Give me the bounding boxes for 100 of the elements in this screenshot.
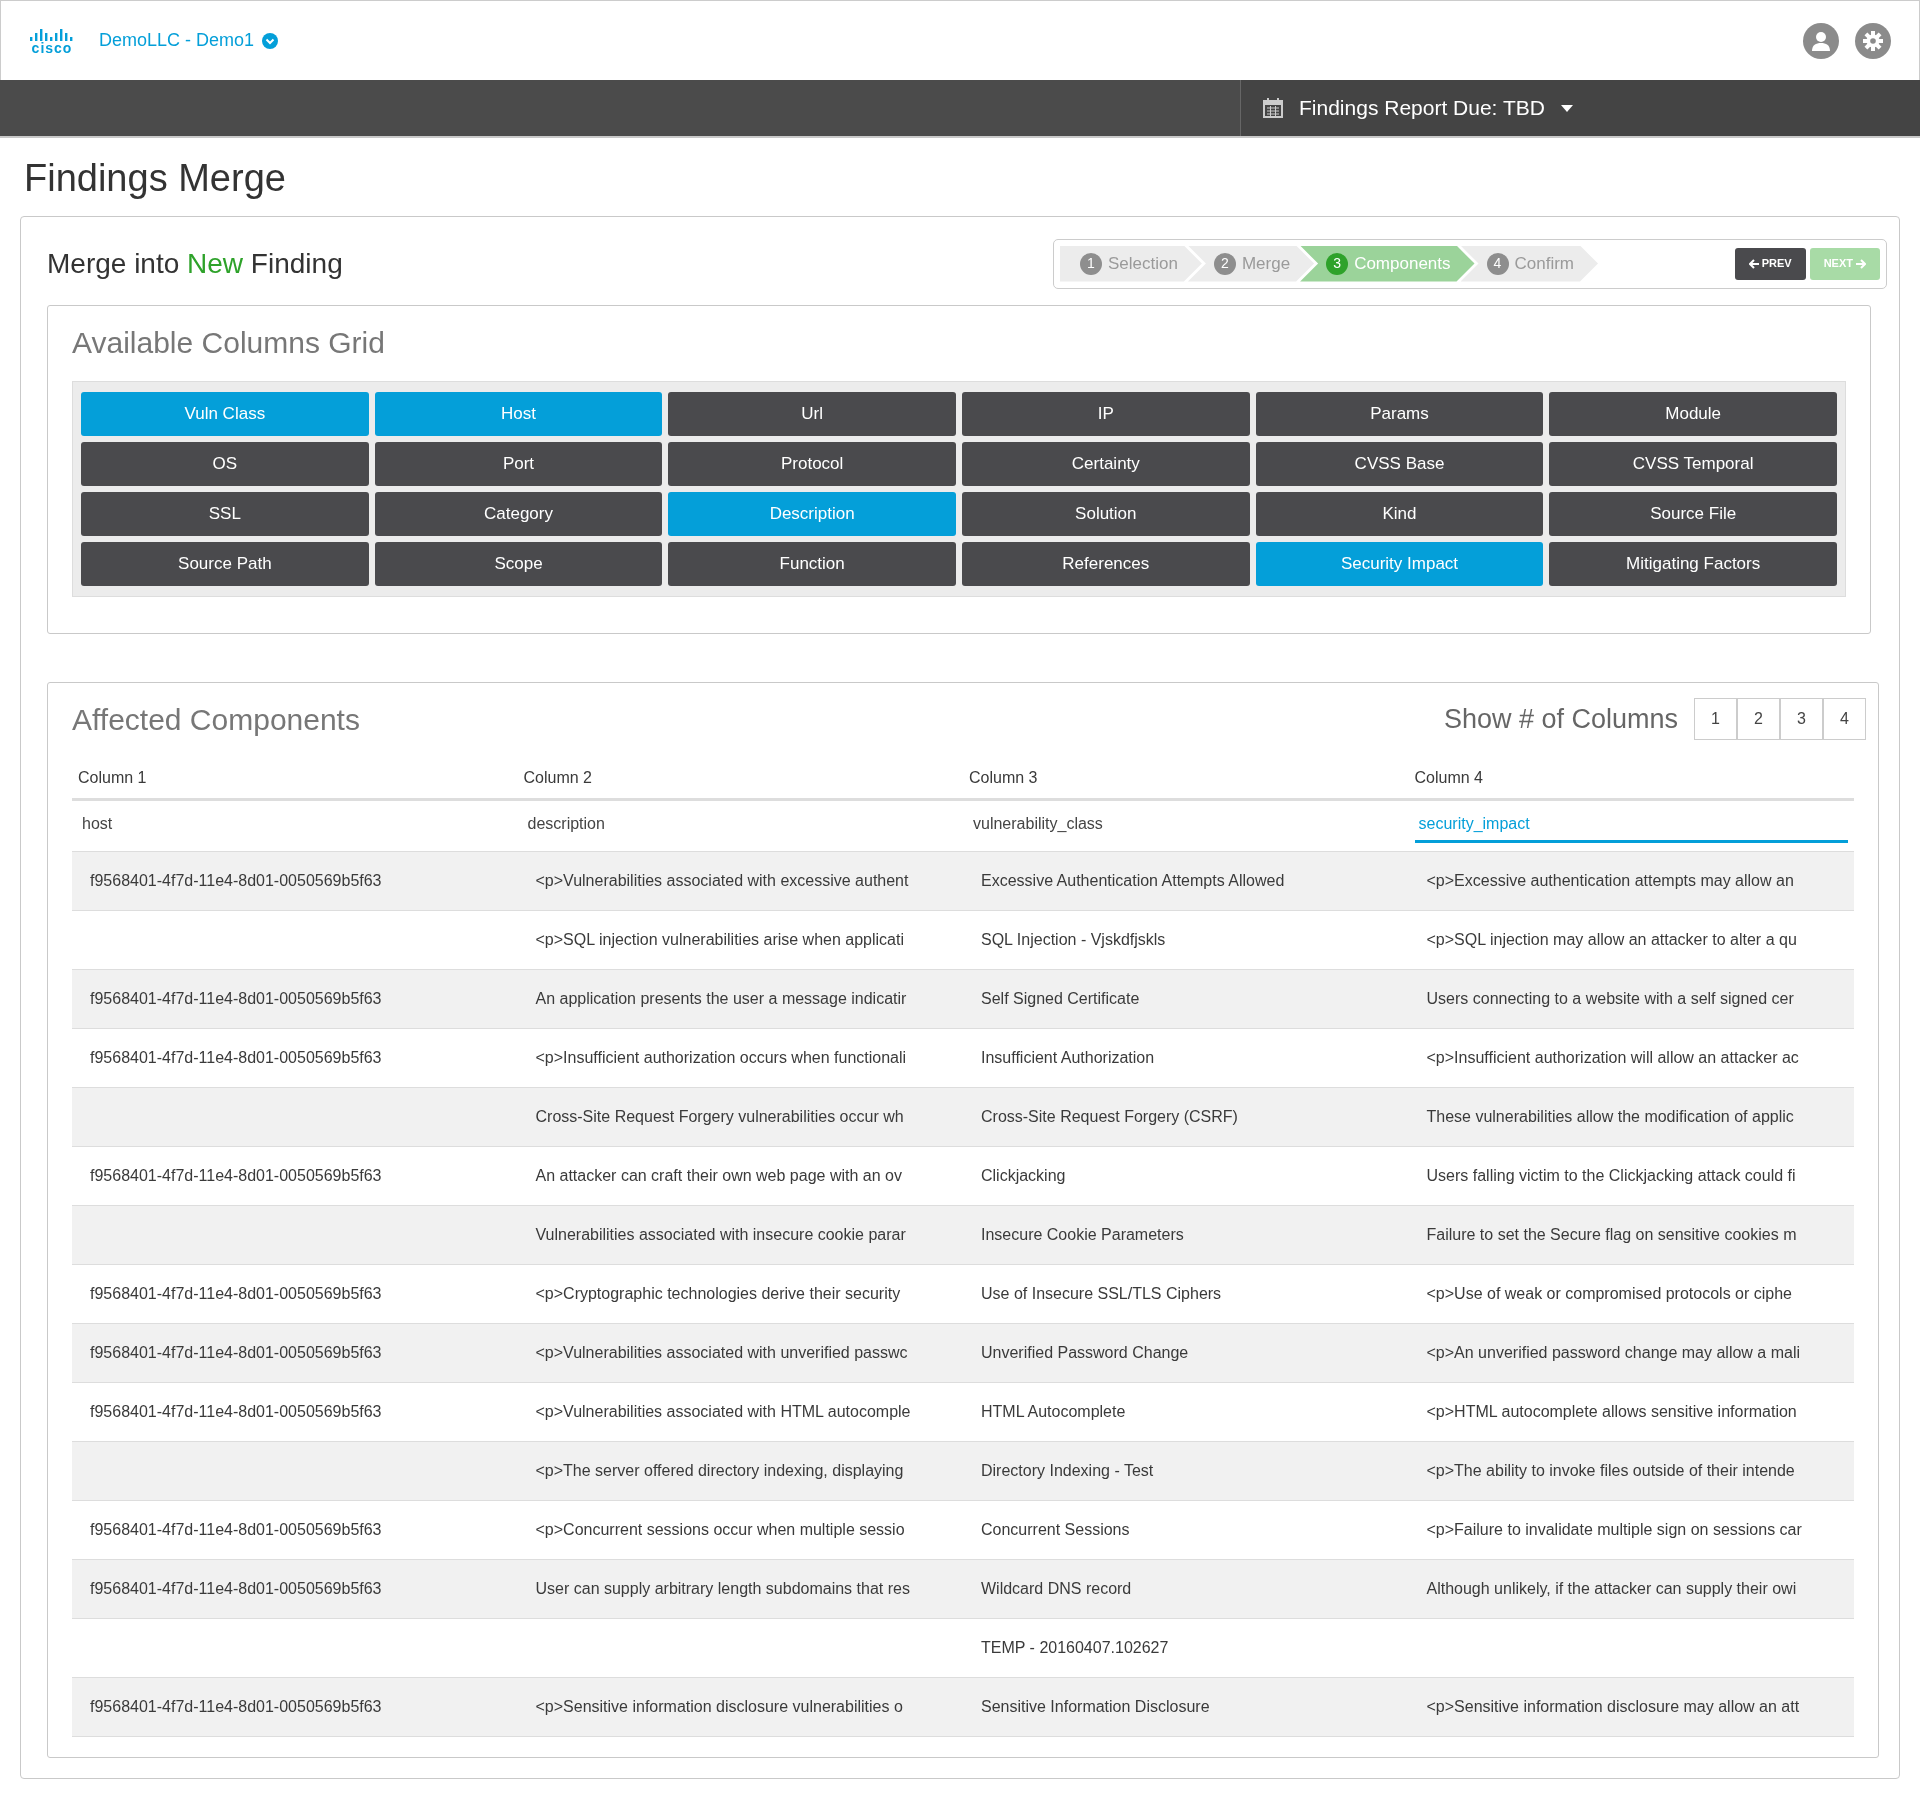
column-toggle[interactable]: IP: [962, 391, 1250, 436]
host-id: f9568401-4f7d-11e4-8d01-0050569b5f63: [90, 1402, 382, 1420]
table-cell: Wildcard DNS record: [981, 1579, 1132, 1597]
table-cell: Vulnerabilities associated with insecure cookie parar: [535, 1225, 906, 1243]
column-toggle[interactable]: Certainty: [962, 441, 1250, 486]
table-cell: <p>An unverified password change may allow a mali: [1426, 1343, 1801, 1361]
table-cell: <p>Excessive authentication attempts may allow an: [1426, 871, 1794, 889]
table-cell: <p>SQL injection vulnerabilities arise when applicati: [535, 930, 904, 948]
table-cell: <p>Insufficient authorization occurs when functionali: [535, 1048, 907, 1066]
column-toggle[interactable]: Mitigating Factors: [1549, 541, 1837, 586]
report-due-dropdown[interactable]: Findings Report Due: TBD: [1240, 80, 1920, 136]
logo-text: cisco: [31, 40, 73, 55]
caret-down-icon: [1560, 104, 1573, 112]
table-cell: HTML Autocomplete: [981, 1402, 1126, 1420]
host-id: f9568401-4f7d-11e4-8d01-0050569b5f63: [90, 1520, 382, 1538]
column-header: Column 4: [1408, 757, 1854, 800]
host-id: f9568401-4f7d-11e4-8d01-0050569b5f63: [90, 1048, 382, 1066]
table-cell: Failure to set the Secure flag on sensitive cookies m: [1426, 1225, 1797, 1243]
table-cell: An attacker can craft their own web page with an ov: [535, 1166, 902, 1184]
table-cell: Although unlikely, if the attacker can supply their owi: [1426, 1579, 1797, 1597]
host-id: f9568401-4f7d-11e4-8d01-0050569b5f63: [90, 989, 382, 1007]
host-id: f9568401-4f7d-11e4-8d01-0050569b5f63: [90, 871, 382, 889]
table-cell: Insufficient Authorization: [981, 1048, 1155, 1066]
table-cell: Excessive Authentication Attempts Allowed: [981, 871, 1285, 889]
host-id: f9568401-4f7d-11e4-8d01-0050569b5f63: [90, 1343, 382, 1361]
table-cell: <p>Cryptographic technologies derive their security: [535, 1284, 901, 1302]
prev-button[interactable]: PREV: [1734, 247, 1806, 280]
column-header: Column 2: [517, 757, 963, 800]
arrow-left-icon: [1748, 258, 1759, 269]
table-cell: <p>Sensitive information disclosure vulnerabilities o: [535, 1697, 903, 1715]
arrow-right-icon: [1856, 258, 1866, 269]
table-cell: <p>Vulnerabilities associated with excessive authent: [535, 871, 909, 889]
column-toggle[interactable]: Category: [374, 491, 663, 536]
host-id: f9568401-4f7d-11e4-8d01-0050569b5f63: [90, 1166, 382, 1184]
calendar-icon: [1263, 98, 1283, 118]
table-cell: Sensitive Information Disclosure: [981, 1697, 1210, 1715]
panel-title: Available Columns Grid: [72, 324, 386, 361]
column-toggle[interactable]: Url: [668, 391, 956, 436]
page-title: Findings Merge: [24, 156, 287, 201]
table-cell: SQL Injection - Vjskdfjskls: [981, 930, 1166, 948]
column-toggle[interactable]: Port: [374, 441, 663, 486]
chevron-down-icon: [262, 32, 279, 49]
table-cell: Cross-Site Request Forgery (CSRF): [981, 1107, 1238, 1125]
table-cell: <p>HTML autocomplete allows sensitive information: [1426, 1402, 1797, 1420]
host-id: f9568401-4f7d-11e4-8d01-0050569b5f63: [90, 1697, 382, 1715]
host-id: f9568401-4f7d-11e4-8d01-0050569b5f63: [90, 1579, 382, 1597]
column-toggle[interactable]: OS: [81, 441, 369, 486]
table-cell: Unverified Password Change: [981, 1343, 1189, 1361]
table-cell: <p>Vulnerabilities associated with unverified passwc: [535, 1343, 908, 1361]
table-cell: Cross-Site Request Forgery vulnerabilities occur wh: [535, 1107, 904, 1125]
table-cell: <p>SQL injection may allow an attacker to alter a qu: [1426, 930, 1797, 948]
column-toggle[interactable]: Protocol: [668, 441, 956, 486]
table-cell: <p>Failure to invalidate multiple sign on sessions car: [1426, 1520, 1802, 1538]
column-toggle[interactable]: Module: [1549, 391, 1837, 436]
table-cell: Self Signed Certificate: [981, 989, 1140, 1007]
panel-title: Affected Components: [72, 701, 360, 738]
table-cell: These vulnerabilities allow the modification of applic: [1426, 1107, 1794, 1125]
column-toggle[interactable]: Solution: [962, 491, 1250, 536]
column-toggle[interactable]: Params: [1255, 391, 1544, 436]
settings-icon: [1863, 30, 1883, 51]
merge-heading: Merge into New Finding: [47, 246, 343, 281]
table-cell: Users falling victim to the Clickjacking attack could fi: [1426, 1166, 1796, 1184]
column-toggle[interactable]: CVSS Temporal: [1549, 441, 1837, 486]
host-id: f9568401-4f7d-11e4-8d01-0050569b5f63: [90, 1284, 382, 1302]
table-cell: <p>The server offered directory indexing, displaying: [535, 1461, 904, 1479]
column-count-button[interactable]: 3: [1780, 698, 1823, 741]
table-cell: Users connecting to a website with a self signed cer: [1426, 989, 1794, 1007]
field-input[interactable]: description: [523, 808, 957, 844]
column-toggle[interactable]: Source File: [1549, 491, 1837, 536]
column-header: Column 3: [963, 757, 1409, 800]
table-cell: Concurrent Sessions: [981, 1520, 1130, 1538]
column-toggle[interactable]: Kind: [1255, 491, 1544, 536]
column-toggle[interactable]: CVSS Base: [1255, 441, 1544, 486]
column-toggle[interactable]: Scope: [374, 541, 663, 586]
column-count-button[interactable]: 1: [1694, 698, 1737, 741]
field-input[interactable]: host: [78, 808, 512, 844]
column-toggle[interactable]: Function: [668, 541, 956, 586]
column-header: Column 1: [72, 757, 518, 800]
user-button[interactable]: [1803, 22, 1839, 59]
column-count-button[interactable]: 2: [1737, 698, 1780, 741]
user-icon: [1812, 30, 1830, 51]
column-toggle[interactable]: References: [962, 541, 1250, 586]
table-cell: <p>Concurrent sessions occur when multiple sessio: [535, 1520, 905, 1538]
table-cell: An application presents the user a message indicatir: [535, 989, 907, 1007]
settings-button[interactable]: [1855, 22, 1891, 59]
column-count-label: Show # of Columns: [1443, 702, 1678, 736]
table-cell: TEMP - 20160407.102627: [981, 1638, 1169, 1656]
column-toggle[interactable]: Source Path: [81, 541, 369, 586]
table-cell: <p>Vulnerabilities associated with HTML autocomple: [535, 1402, 911, 1420]
table-cell: User can supply arbitrary length subdomains that res: [535, 1579, 910, 1597]
table-cell: <p>Insufficient authorization will allow an attacker ac: [1426, 1048, 1799, 1066]
column-count-button[interactable]: 4: [1823, 698, 1866, 741]
table-cell: <p>The ability to invoke files outside of their intende: [1426, 1461, 1795, 1479]
logo-bars-icon: [29, 26, 75, 41]
column-toggle[interactable]: SSL: [81, 491, 369, 536]
table-cell: <p>Sensitive information disclosure may allow an att: [1426, 1697, 1800, 1715]
table-cell: Directory Indexing - Test: [981, 1461, 1154, 1479]
table-cell: Insecure Cookie Parameters: [981, 1225, 1184, 1243]
field-input[interactable]: vulnerability_class: [969, 808, 1403, 844]
table-cell: Clickjacking: [981, 1166, 1066, 1184]
